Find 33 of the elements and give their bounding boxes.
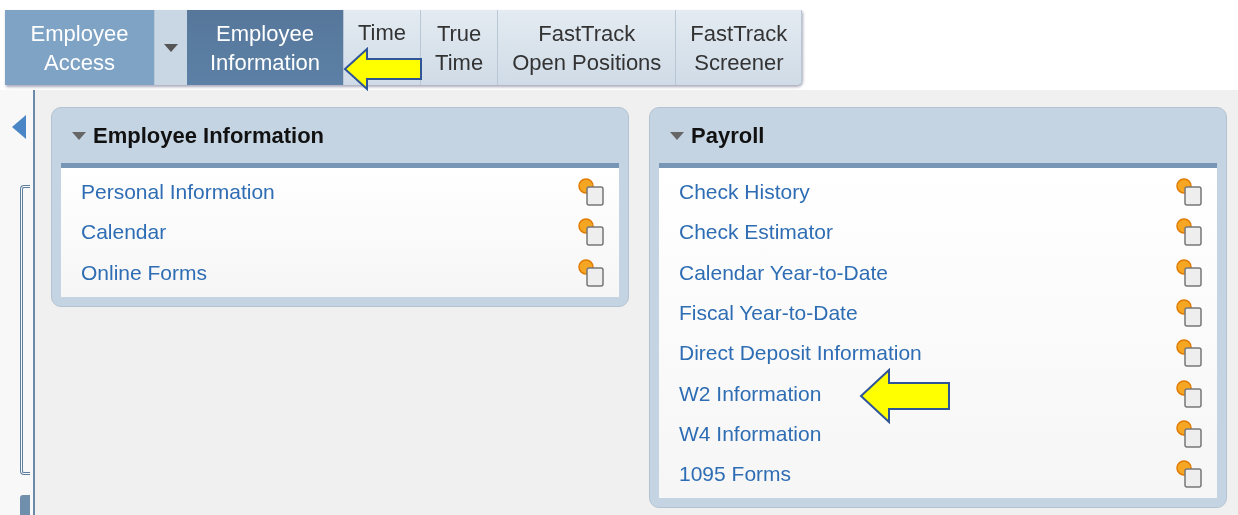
menu-link[interactable]: Calendar	[81, 220, 167, 245]
add-to-favorites-icon[interactable]	[1175, 418, 1205, 449]
collapse-arrow-icon[interactable]	[12, 115, 26, 139]
tab[interactable]: Employee Access	[5, 10, 155, 85]
add-to-favorites-icon[interactable]	[1175, 298, 1205, 329]
panel-title: Employee Information	[93, 122, 325, 149]
menu-link[interactable]: Check Estimator	[679, 220, 834, 245]
panel-title: Payroll	[691, 122, 765, 149]
add-to-favorites-icon[interactable]	[1175, 378, 1205, 409]
expand-triangle-icon[interactable]	[669, 130, 685, 141]
tab[interactable]: FastTrack Open Positions	[498, 10, 677, 85]
add-to-favorites-icon[interactable]	[1175, 217, 1205, 248]
menu-link[interactable]: Direct Deposit Information	[679, 341, 922, 366]
menu-link[interactable]: Check History	[679, 180, 810, 205]
menu-link[interactable]: Personal Information	[81, 180, 275, 205]
menu-link[interactable]: 1095 Forms	[679, 462, 792, 487]
add-to-favorites-icon[interactable]	[1175, 459, 1205, 490]
caret-icon	[164, 43, 178, 52]
add-to-favorites-icon[interactable]	[577, 257, 607, 288]
menu-link[interactable]: W2 Information	[679, 381, 822, 406]
dropdown-button[interactable]	[155, 10, 187, 85]
tab[interactable]: Employee Information	[187, 10, 344, 85]
menu-link[interactable]: W4 Information	[679, 421, 822, 446]
add-to-favorites-icon[interactable]	[577, 217, 607, 248]
add-to-favorites-icon[interactable]	[577, 177, 607, 208]
menu-link[interactable]: Online Forms	[81, 260, 208, 285]
add-to-favorites-icon[interactable]	[1175, 177, 1205, 208]
add-to-favorites-icon[interactable]	[1175, 257, 1205, 288]
menu-link[interactable]: Fiscal Year-to-Date	[679, 301, 858, 326]
add-to-favorites-icon[interactable]	[1175, 338, 1205, 369]
expand-triangle-icon[interactable]	[71, 130, 87, 141]
tab[interactable]: FastTrack Screener	[676, 10, 803, 85]
menu-link[interactable]: Calendar Year-to-Date	[679, 260, 888, 285]
